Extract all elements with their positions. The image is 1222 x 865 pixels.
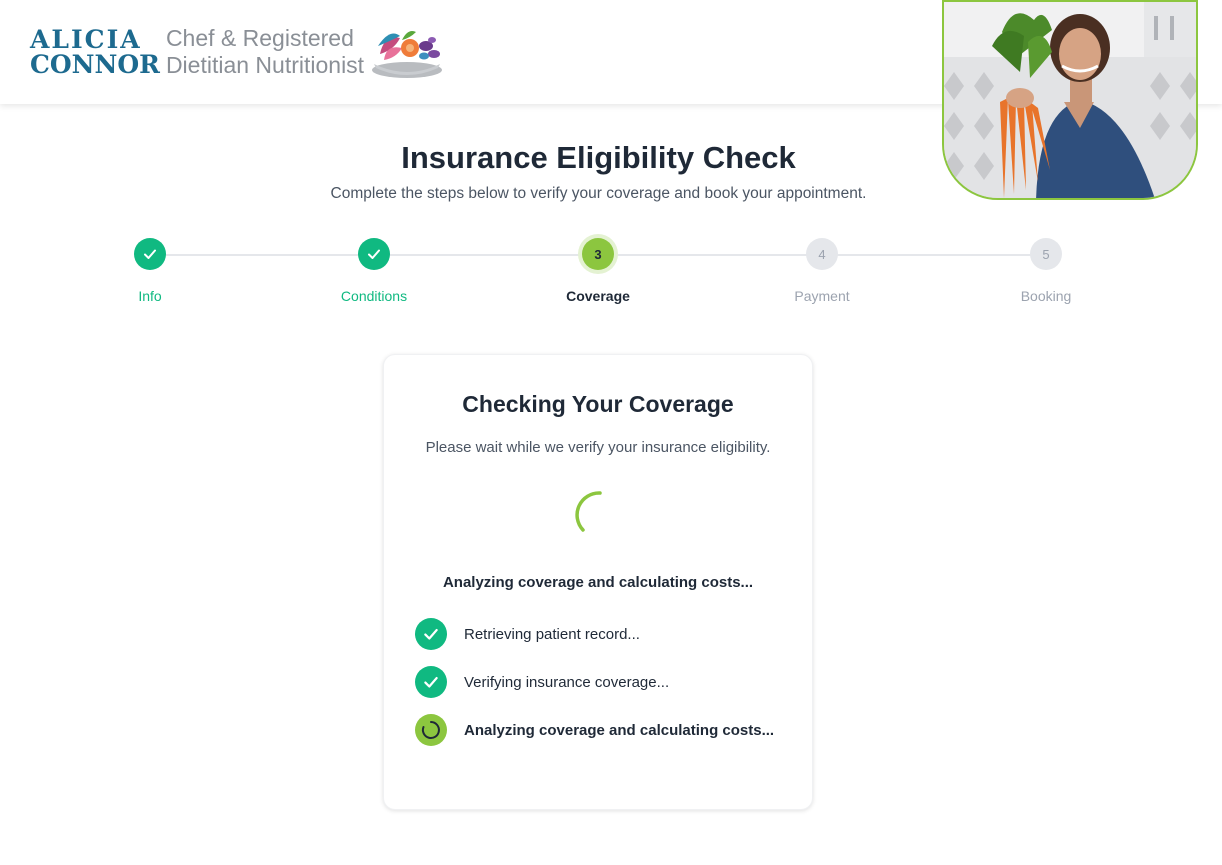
brand-logo[interactable]: ALICIA CONNOR Chef & Registered Dietitia…	[30, 22, 444, 82]
progress-stepper: Info Conditions 3 Coverage 4 Payment 5 B…	[0, 236, 1222, 316]
checklist-item-label: Verifying insurance coverage...	[464, 673, 670, 691]
checklist-item: Analyzing coverage and calculating costs…	[415, 714, 795, 746]
logo-tagline: Chef & Registered Dietitian Nutritionist	[166, 25, 364, 79]
check-done-badge	[415, 618, 447, 650]
step-3-circle: 3	[582, 238, 614, 270]
step-coverage[interactable]: 3 Coverage	[528, 236, 668, 304]
logo-name: ALICIA CONNOR	[30, 27, 160, 77]
step-5-circle: 5	[1030, 238, 1062, 270]
step-1-label: Info	[138, 288, 162, 304]
checklist-item-label: Analyzing coverage and calculating costs…	[464, 721, 775, 739]
dietitian-illustration	[944, 2, 1196, 198]
logo-first-name: ALICIA	[30, 25, 142, 54]
food-bowl-icon	[372, 31, 443, 78]
checkmark-icon	[424, 628, 438, 640]
step-3-label: Coverage	[566, 288, 630, 304]
checklist-item-label: Retrieving patient record...	[464, 625, 640, 643]
loading-spinner-icon	[575, 491, 602, 532]
card-title: Checking Your Coverage	[462, 391, 734, 417]
step-5-label: Booking	[1020, 288, 1072, 304]
coverage-check-card: Checking Your Coverage Please wait while…	[383, 354, 813, 810]
card-subtitle: Please wait while we verify your insuran…	[425, 439, 771, 456]
verification-checklist: Retrieving patient record... Verifying i…	[415, 618, 795, 762]
step-4-label: Payment	[794, 288, 850, 304]
step-1-circle	[134, 238, 166, 270]
step-info[interactable]: Info	[80, 236, 220, 304]
status-message: Analyzing coverage and calculating costs…	[442, 574, 754, 591]
checklist-item: Verifying insurance coverage...	[415, 666, 795, 698]
logo-tagline-line1: Chef & Registered	[165, 25, 354, 51]
checklist-item: Retrieving patient record...	[415, 618, 795, 650]
step-booking[interactable]: 5 Booking	[976, 236, 1116, 304]
step-2-label: Conditions	[340, 288, 408, 304]
checkmark-icon	[144, 249, 156, 259]
logo-last-name: CONNOR	[30, 50, 160, 79]
check-in-progress-badge	[415, 714, 447, 746]
step-conditions[interactable]: Conditions	[304, 236, 444, 304]
check-done-badge	[415, 666, 447, 698]
checkmark-icon	[368, 249, 380, 259]
step-payment[interactable]: 4 Payment	[752, 236, 892, 304]
step-2-circle	[358, 238, 390, 270]
checkmark-icon	[424, 676, 438, 688]
step-4-circle: 4	[806, 238, 838, 270]
small-spinner-icon	[421, 721, 440, 739]
dietitian-photo	[942, 0, 1198, 200]
logo-tagline-line2: Dietitian Nutritionist	[165, 52, 365, 78]
